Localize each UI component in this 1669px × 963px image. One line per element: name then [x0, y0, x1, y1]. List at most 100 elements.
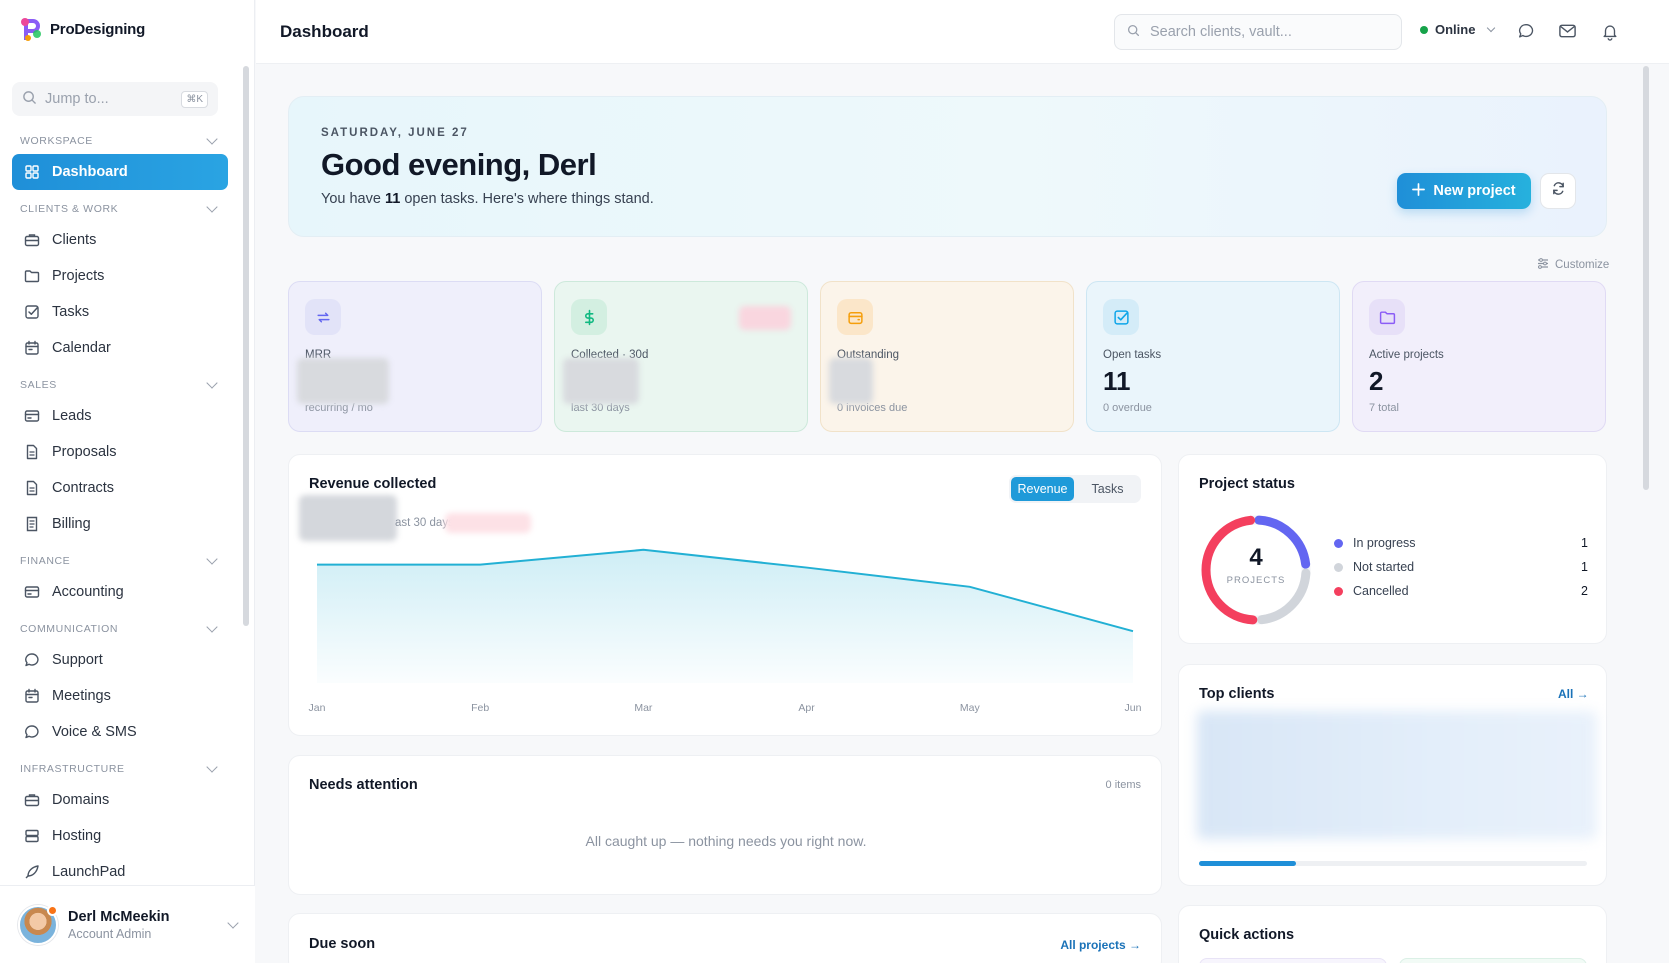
sidebar-item-label: Support: [52, 652, 103, 668]
sidebar-item-accounting[interactable]: Accounting: [12, 574, 228, 610]
sidebar-section-header[interactable]: INFRASTRUCTURE: [12, 756, 228, 782]
kpi-badge-redacted: [739, 306, 791, 330]
sidebar-item-label: Projects: [52, 268, 105, 284]
due-soon-title: Due soon: [309, 936, 376, 952]
sidebar-section-header[interactable]: WORKSPACE: [12, 128, 228, 154]
chat-icon[interactable]: [1517, 22, 1537, 42]
user-profile[interactable]: Derl McMeekin Account Admin: [0, 885, 255, 963]
status-dot: [1334, 586, 1343, 596]
topbar: Dashboard Search clients, vault... Onlin…: [256, 0, 1669, 64]
empty-state-message: All caught up — nothing needs you right …: [585, 833, 867, 849]
sidebar-item-calendar[interactable]: Calendar: [12, 330, 228, 366]
x-tick-label: Jun: [1125, 702, 1142, 714]
needs-attention-count: 0 items: [1105, 779, 1141, 791]
calendar-icon: [24, 340, 40, 356]
donut-total-label: PROJECTS: [1226, 575, 1286, 586]
due-soon-all-projects-link[interactable]: All projects →: [1060, 938, 1141, 952]
sidebar-item-leads[interactable]: Leads: [12, 398, 228, 434]
chevron-down-icon: [206, 377, 218, 389]
dollar-icon: [571, 299, 607, 335]
app-logo[interactable]: ProDesigning: [20, 16, 145, 42]
status-count: 1: [1581, 560, 1588, 574]
sidebar-item-projects[interactable]: Projects: [12, 258, 228, 294]
refresh-button[interactable]: [1540, 173, 1576, 209]
status-label: Cancelled: [1353, 584, 1409, 598]
chat-icon: [24, 724, 40, 740]
kpi-card-open-tasks[interactable]: Open tasks 11 0 overdue: [1086, 281, 1340, 432]
sidebar-section-header[interactable]: COMMUNICATION: [12, 616, 228, 642]
sidebar-item-hosting[interactable]: Hosting: [12, 818, 228, 854]
donut-total: 4: [1249, 544, 1263, 571]
sidebar-item-label: Meetings: [52, 688, 111, 704]
document-icon: [24, 444, 40, 460]
subtitle-prefix: You have: [321, 191, 385, 207]
sidebar-item-clients[interactable]: Clients: [12, 222, 228, 258]
sidebar: ProDesigning Jump to... ⌘K WORKSPACE Dash…: [0, 0, 255, 963]
sidebar-item-support[interactable]: Support: [12, 642, 228, 678]
sidebar-section-header[interactable]: FINANCE: [12, 548, 228, 574]
refresh-icon: [1551, 181, 1566, 201]
chevron-down-icon: [1487, 23, 1496, 33]
kpi-card-collected-30d[interactable]: Collected · 30d last 30 days: [554, 281, 808, 432]
kpi-card-active-projects[interactable]: Active projects 2 7 total: [1352, 281, 1606, 432]
briefcase-icon: [24, 232, 40, 248]
status-count: 2: [1581, 584, 1588, 598]
quick-action-tile[interactable]: [1199, 958, 1387, 963]
sidebar-nav: WORKSPACE Dashboard CLIENTS & WORK Clients P…: [12, 128, 228, 890]
sidebar-item-meetings[interactable]: Meetings: [12, 678, 228, 714]
mail-icon[interactable]: [1558, 22, 1578, 42]
user-name: Derl McMeekin: [68, 908, 170, 925]
status-label: Online: [1435, 22, 1476, 37]
sidebar-section-header[interactable]: CLIENTS & WORK: [12, 196, 228, 222]
top-clients-title: Top clients: [1199, 686, 1275, 702]
project-status-title: Project status: [1199, 476, 1295, 492]
sidebar-item-label: Hosting: [52, 828, 102, 844]
repeat-icon: [305, 299, 341, 335]
kpi-card-mrr[interactable]: MRR recurring / mo: [288, 281, 542, 432]
search-icon: [22, 90, 37, 109]
card-icon: [24, 408, 40, 424]
status-dropdown[interactable]: Online: [1420, 22, 1496, 37]
sidebar-item-tasks[interactable]: Tasks: [12, 294, 228, 330]
sidebar-scrollbar[interactable]: [243, 66, 249, 626]
grid-icon: [24, 164, 40, 180]
sidebar-item-dashboard[interactable]: Dashboard: [12, 154, 228, 190]
main-scrollbar[interactable]: [1643, 66, 1649, 490]
chevron-down-icon: [206, 553, 218, 565]
avatar: [18, 904, 58, 945]
sidebar-item-voice-sms[interactable]: Voice & SMS: [12, 714, 228, 750]
global-search-input[interactable]: Search clients, vault...: [1114, 14, 1402, 50]
x-tick-label: May: [960, 702, 981, 714]
jump-to-search[interactable]: Jump to... ⌘K: [12, 82, 218, 116]
chevron-down-icon: [206, 621, 218, 633]
sidebar-item-label: Contracts: [52, 480, 115, 496]
quick-action-tile[interactable]: [1399, 958, 1587, 963]
sidebar-item-contracts[interactable]: Contracts: [12, 470, 228, 506]
bell-icon[interactable]: [1601, 22, 1621, 42]
top-clients-all-link[interactable]: All →: [1558, 687, 1589, 701]
kpi-card-outstanding[interactable]: Outstanding 0 invoices due: [820, 281, 1074, 432]
sidebar-item-label: Calendar: [52, 340, 111, 356]
notification-dot: [47, 904, 58, 916]
project-status-panel: Project status 4 PROJECTS In progress 1 No…: [1178, 454, 1607, 644]
status-label: Not started: [1353, 560, 1415, 574]
section-label: FINANCE: [20, 555, 71, 567]
sidebar-item-proposals[interactable]: Proposals: [12, 434, 228, 470]
customize-button[interactable]: Customize: [1537, 258, 1609, 272]
jump-shortcut: ⌘K: [181, 90, 208, 108]
sidebar-item-label: Accounting: [52, 584, 124, 600]
quick-actions-panel: Quick actions: [1178, 905, 1607, 963]
sidebar-section-header[interactable]: SALES: [12, 372, 228, 398]
app-name: ProDesigning: [50, 20, 146, 38]
chevron-down-icon: [206, 133, 218, 145]
sidebar-item-domains[interactable]: Domains: [12, 782, 228, 818]
kpi-subtext: 7 total: [1369, 402, 1399, 414]
kpi-label: Active projects: [1369, 349, 1444, 361]
sliders-icon: [1537, 258, 1549, 272]
sidebar-item-billing[interactable]: Billing: [12, 506, 228, 542]
new-project-button[interactable]: New project: [1397, 173, 1531, 209]
status-label: In progress: [1353, 536, 1416, 550]
kpi-value: 2: [1369, 366, 1384, 396]
kpi-label: Open tasks: [1103, 349, 1162, 361]
sidebar-item-label: Billing: [52, 516, 91, 532]
